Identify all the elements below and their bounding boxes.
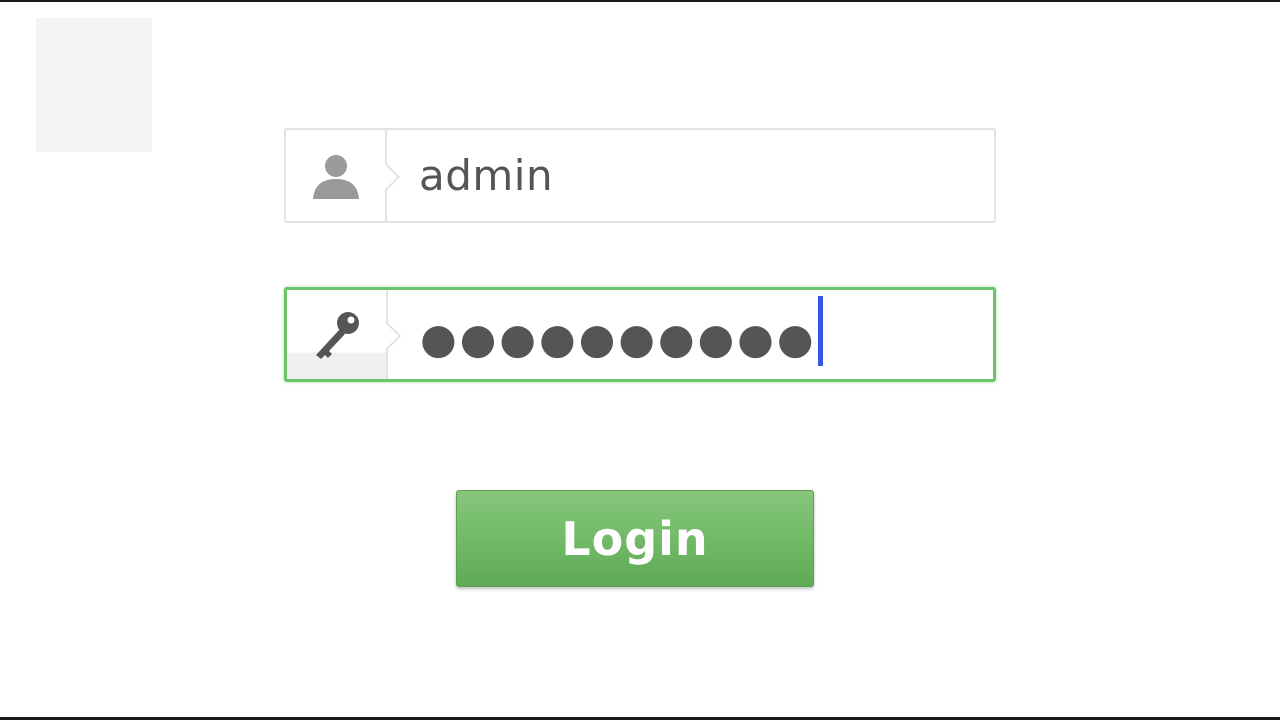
login-button[interactable]: Login (456, 490, 814, 587)
login-button-label: Login (561, 511, 709, 566)
password-masked-value: ●●●●●●●●●● (420, 313, 817, 363)
username-input[interactable]: admin (387, 130, 994, 221)
username-field[interactable]: admin (284, 128, 996, 223)
password-icon-cell (287, 290, 388, 379)
username-value: admin (419, 151, 554, 200)
password-field[interactable]: ●●●●●●●●●● (284, 287, 996, 382)
password-input[interactable]: ●●●●●●●●●● (388, 290, 993, 379)
faint-logo-icon (36, 18, 152, 152)
key-icon (315, 311, 359, 359)
text-caret (818, 295, 824, 366)
username-icon-cell (286, 130, 387, 221)
user-icon (312, 154, 359, 199)
